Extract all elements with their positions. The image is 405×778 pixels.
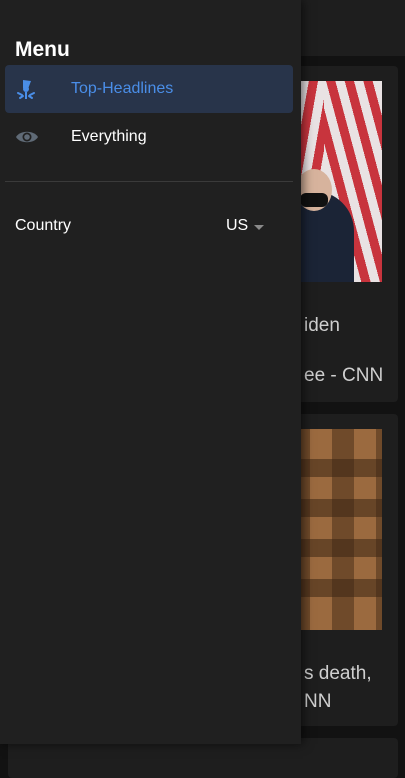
- chevron-down-icon: [254, 224, 265, 230]
- broadcast-icon: [15, 77, 39, 101]
- country-select[interactable]: US: [218, 208, 278, 244]
- country-value: US: [226, 217, 249, 234]
- country-label: Country: [15, 217, 72, 234]
- menu-title: Menu: [15, 38, 70, 61]
- nav-label-top-headlines: Top-Headlines: [71, 80, 174, 97]
- nav-item-top-headlines[interactable]: Top-Headlines: [5, 65, 293, 113]
- nav-item-everything[interactable]: Everything: [5, 113, 293, 161]
- eye-icon: [15, 125, 39, 149]
- navigation-drawer: Menu Top-Headlines Everything Country US: [0, 0, 301, 744]
- news-card[interactable]: [8, 738, 398, 778]
- nav-label-everything: Everything: [71, 128, 147, 145]
- divider: [5, 181, 293, 182]
